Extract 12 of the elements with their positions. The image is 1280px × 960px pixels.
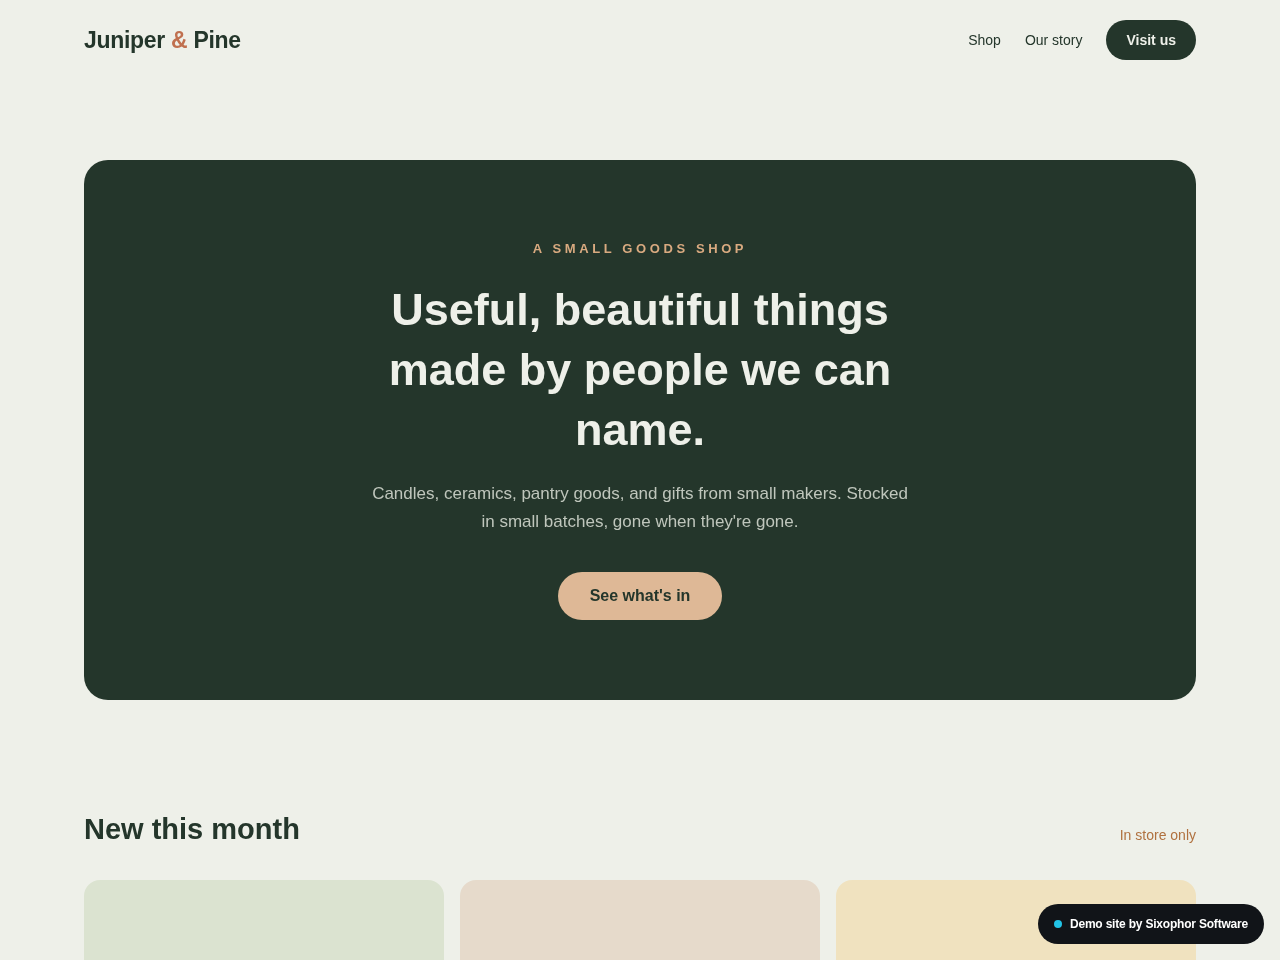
- section-title: New this month: [84, 812, 300, 847]
- section-note: In store only: [1119, 826, 1196, 845]
- see-whats-in-button[interactable]: See what's in: [557, 572, 723, 620]
- hero-description: Candles, ceramics, pantry goods, and gifts from small makers. Stocked in small batches, gone when they're gone.: [371, 483, 909, 533]
- demo-badge-text: Demo site by Sixophor Software: [1069, 917, 1248, 931]
- hero-eyebrow: A SMALL GOODS SHOP: [532, 240, 748, 258]
- visit-us-button[interactable]: Visit us: [1106, 20, 1196, 60]
- status-dot-icon: [1053, 920, 1062, 928]
- logo-link[interactable]: Juniper & Pine: [84, 26, 241, 54]
- nav-link[interactable]: Our story: [1024, 32, 1083, 48]
- nav-link[interactable]: Shop: [968, 32, 1001, 48]
- hero-title: Useful, beautiful things made by people we can name.: [387, 283, 893, 457]
